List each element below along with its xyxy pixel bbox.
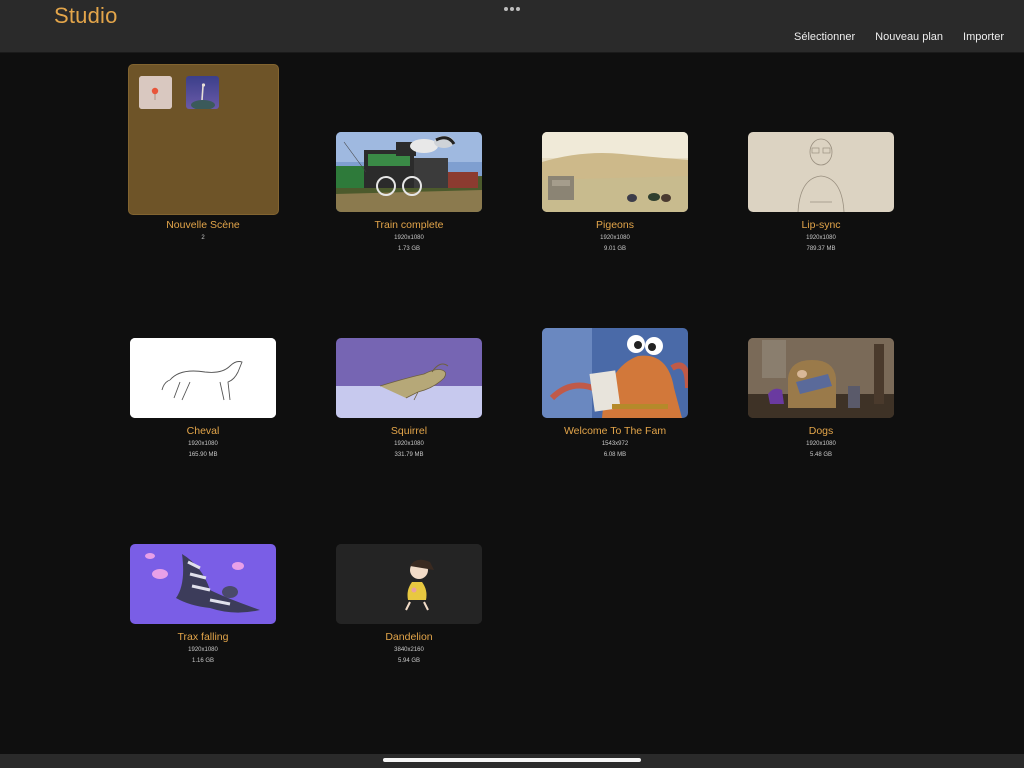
project-name: Dogs xyxy=(808,425,834,437)
project-size: 6.08 MB xyxy=(603,452,627,458)
project-size: 5.94 GB xyxy=(397,658,420,664)
project-thumbnail xyxy=(130,544,276,624)
more-options-icon[interactable] xyxy=(504,6,520,12)
project-resolution: 1920x1080 xyxy=(806,441,836,447)
project-resolution: 1920x1080 xyxy=(188,647,218,653)
project-thumbnail xyxy=(336,544,482,624)
project-resolution: 1543x972 xyxy=(601,441,629,447)
project-resolution: 3840x2160 xyxy=(394,647,424,653)
app-title: Studio xyxy=(54,3,118,28)
studio-page: Studio Sélectionner Nouveau plan Importe… xyxy=(0,0,1024,768)
project-size: 5.48 GB xyxy=(809,452,832,458)
project-thumbnail xyxy=(748,338,894,418)
project-item-dandelion[interactable]: Dandelion 3840x2160 5.94 GB xyxy=(319,0,499,680)
project-size: 1.16 GB xyxy=(191,658,214,664)
project-name: Dandelion xyxy=(385,631,433,643)
project-thumbnail xyxy=(542,328,688,418)
project-item-trax-falling[interactable]: Trax falling 1920x1080 1.16 GB xyxy=(113,0,293,680)
project-item-dogs[interactable]: Dogs 1920x1080 5.48 GB xyxy=(731,0,911,470)
project-name: Trax falling xyxy=(177,631,229,643)
project-item-welcome-to-the-fam[interactable]: Welcome To The Fam 1543x972 6.08 MB xyxy=(525,0,705,470)
project-name: Welcome To The Fam xyxy=(563,425,667,437)
import-button[interactable]: Importer xyxy=(963,31,1004,43)
home-indicator[interactable] xyxy=(383,758,641,762)
